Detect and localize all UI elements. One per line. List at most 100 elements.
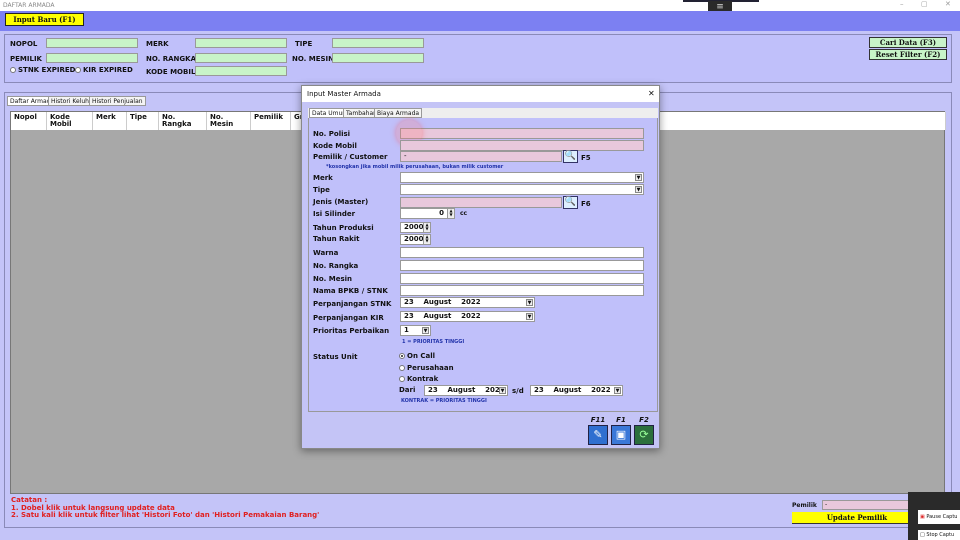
input-master-armada-dialog: Input Master Armada ✕ Data Umum Tambahan… — [301, 85, 660, 449]
perpanjangan-stnk-label: Perpanjangan STNK — [313, 300, 392, 308]
no-polisi-label: No. Polisi — [313, 130, 351, 138]
stnk-expired-radio[interactable]: STNK EXPIRED — [10, 66, 75, 74]
nama-bpkb-input[interactable] — [400, 285, 644, 296]
jenis-input[interactable] — [400, 197, 562, 208]
warna-input[interactable] — [400, 247, 644, 258]
tab-histori-penjualan[interactable]: Histori Penjualan — [89, 96, 146, 106]
merk-label: MERK — [146, 40, 169, 48]
pemilik-bottom-input[interactable]: - — [822, 500, 922, 510]
prioritas-select[interactable]: 1 ▼ — [400, 325, 431, 336]
no-mesin-input[interactable] — [400, 273, 644, 284]
status-kontrak-radio[interactable]: Kontrak — [399, 375, 438, 383]
stop-capture-button[interactable]: □ Stop Captu — [918, 530, 960, 540]
spinner-arrows-icon[interactable]: ▲ ▼ — [447, 209, 454, 218]
window-title: DAFTAR ARMADA — [3, 2, 55, 9]
refresh-button[interactable]: ⟳ — [634, 425, 654, 445]
no-rangka-input[interactable] — [195, 53, 287, 63]
pemilik-input[interactable] — [46, 53, 138, 63]
jenis-label: Jenis (Master) — [313, 198, 369, 206]
kode-mobil-input[interactable] — [195, 66, 287, 76]
tahun-rakit-spinner[interactable]: 2000 ▲ ▼ — [400, 234, 431, 245]
spinner-arrows-icon[interactable]: ▲ ▼ — [423, 223, 430, 232]
perpanjangan-kir-label: Perpanjangan KIR — [313, 314, 384, 322]
column-header[interactable]: Pemilik — [251, 112, 291, 130]
title-bar: DAFTAR ARMADA ≡ – ▢ ✕ — [0, 0, 960, 15]
tahun-produksi-label: Tahun Produksi — [313, 224, 374, 232]
kode-mobil-label: KODE MOBIL — [146, 68, 196, 76]
chevron-down-icon: ▼ — [635, 186, 642, 193]
column-header[interactable]: Kode Mobil — [47, 112, 93, 130]
chevron-down-icon: ▼ — [499, 387, 506, 394]
tab-biaya-armada[interactable]: Biaya Armada — [374, 108, 423, 118]
column-header[interactable]: Tipe — [127, 112, 159, 130]
column-header[interactable]: No. Mesin — [207, 112, 251, 130]
tipe-label: Tipe — [313, 186, 330, 194]
merk-select[interactable]: ▼ — [400, 172, 644, 183]
floppy-disk-icon: ▣ — [615, 428, 627, 441]
pencil-icon: ✎ — [593, 428, 603, 441]
chevron-down-icon: ▼ — [614, 387, 621, 394]
kontrak-sampai-date[interactable]: 23 August 2022 ▼ — [530, 385, 623, 396]
dialog-close-button[interactable]: ✕ — [648, 89, 655, 98]
status-unit-label: Status Unit — [313, 353, 358, 361]
search-icon: 🔍 — [564, 197, 577, 207]
cc-label: cc — [460, 210, 468, 217]
save-button[interactable]: ▣ — [611, 425, 631, 445]
spinner-arrows-icon[interactable]: ▲ ▼ — [423, 235, 430, 244]
chevron-down-icon: ▼ — [635, 174, 642, 181]
maximize-button[interactable]: ▢ — [921, 0, 928, 8]
update-pemilik-button[interactable]: Update Pemilik — [792, 512, 922, 524]
search-icon: 🔍 — [564, 151, 577, 161]
kir-expired-radio[interactable]: KIR EXPIRED — [75, 66, 133, 74]
cari-data-button[interactable]: Cari Data (F3) — [869, 37, 947, 48]
pause-capture-button[interactable]: ▣ Pause Captu — [918, 510, 960, 524]
kontrak-dari-date[interactable]: 23 August 2022 ▼ — [424, 385, 508, 396]
no-mesin-label: No. Mesin — [313, 275, 353, 283]
pemilik-label: Pemilik / Customer — [313, 153, 388, 161]
no-mesin-input[interactable] — [332, 53, 424, 63]
column-header[interactable]: No. Rangka — [159, 112, 207, 130]
merk-label: Merk — [313, 174, 333, 182]
kontrak-hint: KONTRAK = PRIORITAS TINGGI — [401, 398, 487, 404]
nopol-label: NOPOL — [10, 40, 38, 48]
input-baru-button[interactable]: Input Baru (F1) — [5, 13, 84, 26]
save-key-label: F1 — [616, 416, 626, 424]
nopol-input[interactable] — [46, 38, 138, 48]
kode-mobil-label: Kode Mobil — [313, 142, 357, 150]
tahun-rakit-label: Tahun Rakit — [313, 235, 360, 243]
tahun-produksi-spinner[interactable]: 2000 ▲ ▼ — [400, 222, 431, 233]
notes-title: Catatan : — [11, 496, 48, 504]
no-rangka-input[interactable] — [400, 260, 644, 271]
column-header[interactable]: Nopol — [11, 112, 47, 130]
reset-filter-button[interactable]: Reset Filter (F2) — [869, 49, 947, 60]
f5-label: F5 — [581, 154, 591, 162]
column-header[interactable]: Merk — [93, 112, 127, 130]
prioritas-label: Prioritas Perbaikan — [313, 327, 390, 335]
minimize-button[interactable]: – — [900, 0, 904, 8]
tipe-label: TIPE — [295, 40, 313, 48]
status-on-call-radio[interactable]: On Call — [399, 352, 435, 360]
tipe-select[interactable]: ▼ — [400, 184, 644, 195]
chevron-down-icon: ▼ — [422, 327, 429, 334]
notes-line-2: 2. Satu kali klik untuk filter lihat 'Hi… — [11, 511, 320, 519]
sd-label: s/d — [512, 387, 524, 395]
nama-bpkb-label: Nama BPKB / STNK — [313, 287, 388, 295]
no-polisi-input[interactable] — [400, 128, 644, 139]
status-perusahaan-radio[interactable]: Perusahaan — [399, 364, 454, 372]
chevron-down-icon: ▼ — [526, 299, 533, 306]
no-rangka-label: NO. RANGKA — [146, 55, 197, 63]
pemilik-input[interactable]: - — [400, 151, 562, 162]
merk-input[interactable] — [195, 38, 287, 48]
search-jenis-button[interactable]: 🔍 — [563, 196, 578, 209]
kode-mobil-input[interactable] — [400, 140, 644, 151]
dari-label: Dari — [399, 386, 416, 394]
chevron-down-icon: ▼ — [526, 313, 533, 320]
close-button[interactable]: ✕ — [945, 0, 951, 8]
edit-button[interactable]: ✎ — [588, 425, 608, 445]
toolbar — [0, 11, 960, 31]
perpanjangan-kir-date[interactable]: 23 August 2022 ▼ — [400, 311, 535, 322]
isi-silinder-spinner[interactable]: 0 ▲ ▼ — [400, 208, 455, 219]
tipe-input[interactable] — [332, 38, 424, 48]
perpanjangan-stnk-date[interactable]: 23 August 2022 ▼ — [400, 297, 535, 308]
search-pemilik-button[interactable]: 🔍 — [563, 150, 578, 163]
